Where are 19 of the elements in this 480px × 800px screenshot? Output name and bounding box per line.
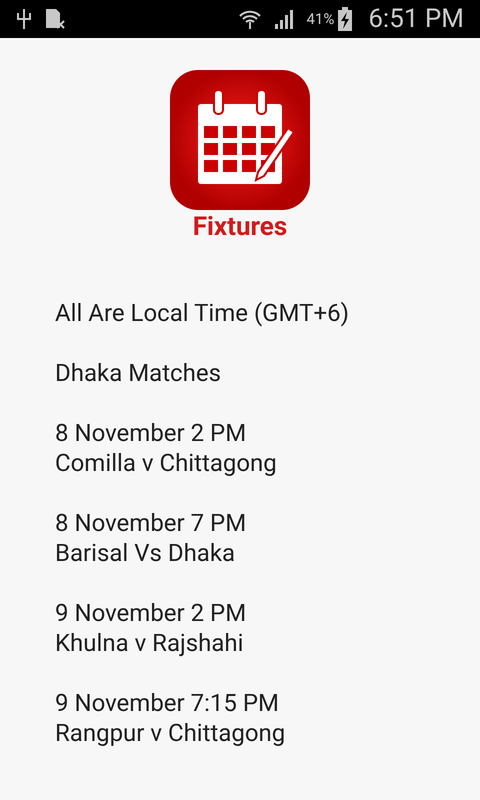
- fixture-teams: Khulna v Rajshahi: [55, 628, 244, 658]
- signal-icon: [274, 8, 294, 30]
- section-heading: Dhaka Matches: [55, 358, 222, 388]
- clock-time: 6:51 PM: [368, 2, 464, 36]
- fixture-date: 8 November 7 PM: [55, 508, 248, 538]
- fixture-teams: Comilla v Chittagong: [55, 448, 278, 478]
- logo-title: Fixtures: [192, 214, 288, 240]
- fixture-teams: Barisal Vs Dhaka: [55, 538, 236, 568]
- fixture-date: 8 November 2 PM: [55, 418, 248, 448]
- battery-percent: 41%: [306, 8, 334, 30]
- battery-charging-icon: [338, 7, 352, 31]
- wifi-icon: [238, 8, 262, 30]
- sim-card-icon: [44, 8, 66, 30]
- fixture-teams: Rangpur v Chittagong: [55, 718, 286, 748]
- usb-icon: [16, 8, 32, 30]
- timezone-note: All Are Local Time (GMT+6): [55, 298, 350, 328]
- fixture-date: 9 November 7:15 PM: [55, 688, 280, 718]
- calendar-pencil-logo-icon: [170, 70, 310, 210]
- fixture-date: 9 November 2 PM: [55, 598, 248, 628]
